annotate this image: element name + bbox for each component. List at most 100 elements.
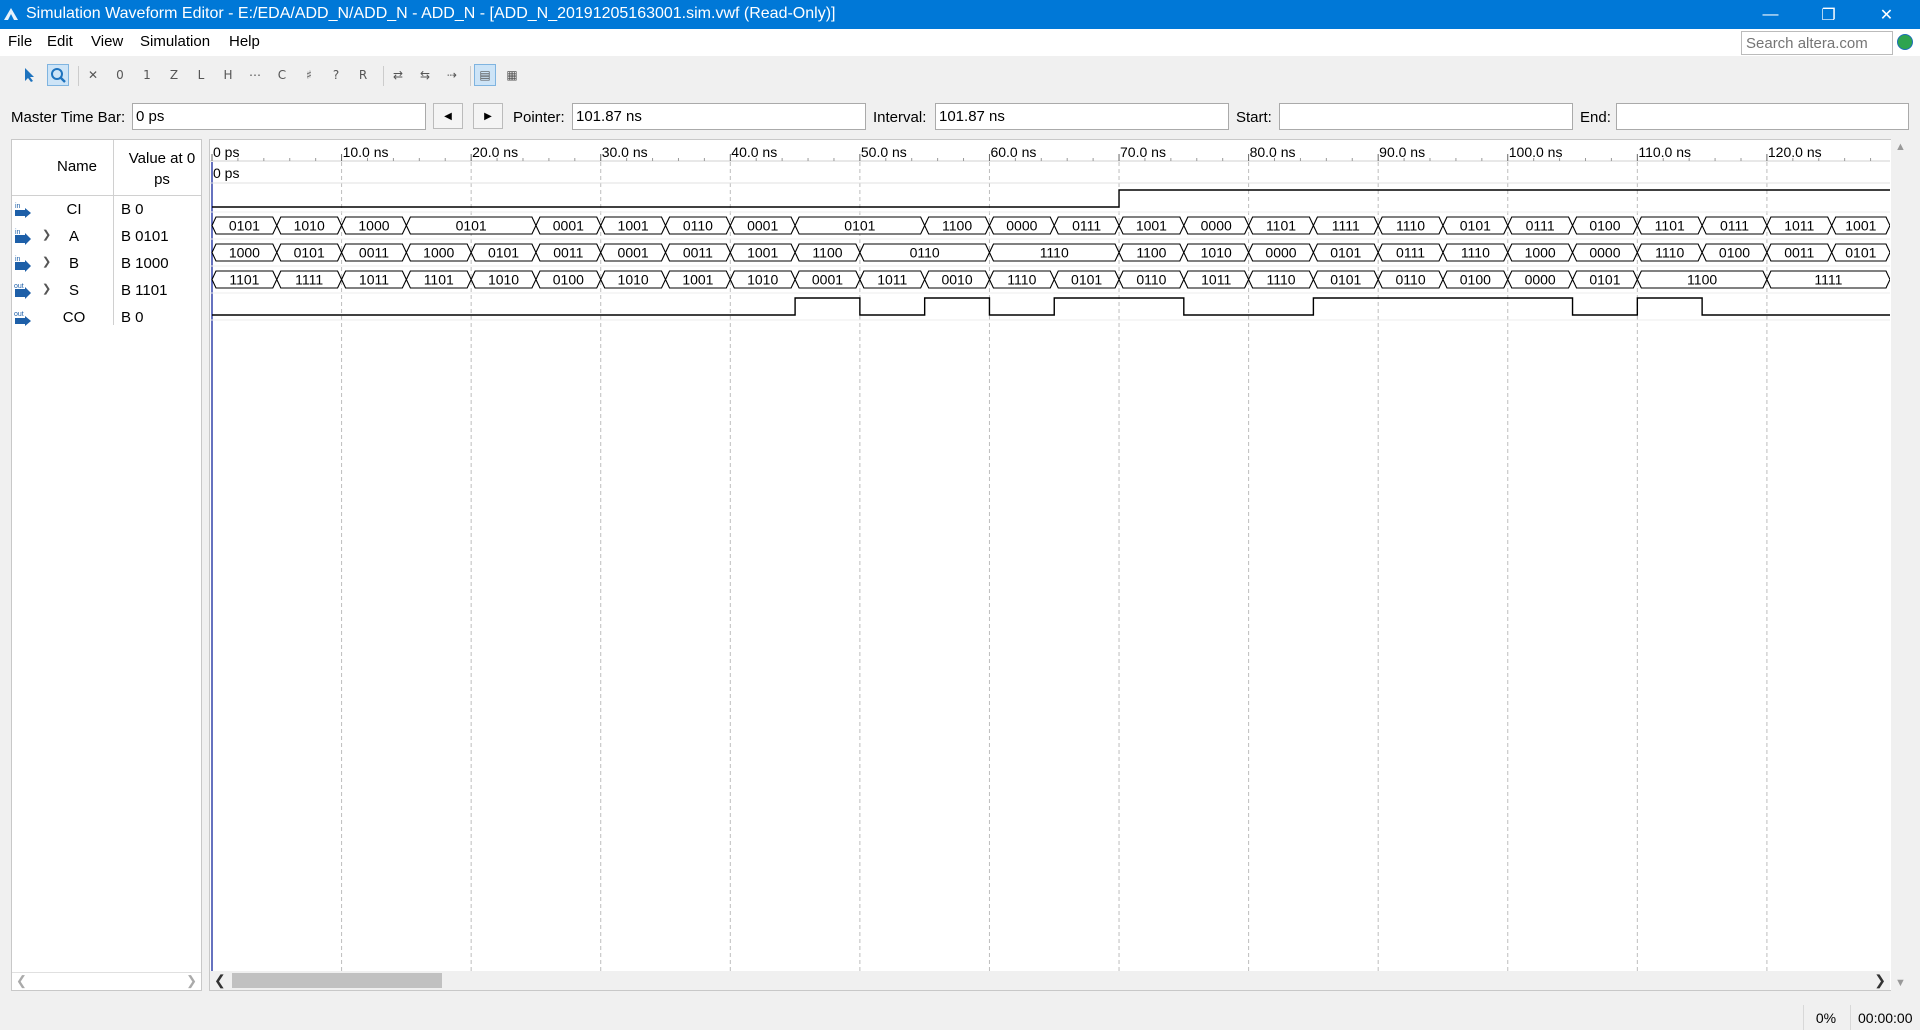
bus-value-label: 0011 xyxy=(553,245,583,261)
weak-high-icon[interactable]: H xyxy=(217,64,239,86)
value-column-header[interactable]: Value at 0 ps xyxy=(122,148,202,190)
selection-tool-icon[interactable] xyxy=(19,64,41,86)
interval-input[interactable] xyxy=(935,103,1229,130)
signal-row-ci[interactable]: in CI B 0 xyxy=(12,196,201,223)
expand-chevron-icon[interactable]: ❯ xyxy=(42,228,51,241)
bus-value-label: 1101 xyxy=(424,272,454,288)
toolbar-separator xyxy=(383,66,384,86)
ruler-label: 100.0 ns xyxy=(1509,144,1563,160)
interval-label: Interval: xyxy=(873,109,927,126)
scroll-left-icon[interactable]: ❮ xyxy=(214,972,226,989)
signal-row-b[interactable]: in ❯ B B 1000 xyxy=(12,250,201,277)
count-value-icon[interactable]: ♯ xyxy=(298,64,320,86)
waveform-canvas[interactable]: 0 ps 10.0 ns 20.0 ns 30.0 ns 40.0 ns 50.0 ns 6… xyxy=(210,140,1890,972)
signal-name: S xyxy=(68,282,79,299)
ruler-label: 30.0 ns xyxy=(602,144,648,160)
toolbar-separator xyxy=(78,66,79,86)
svg-text:in: in xyxy=(15,229,21,236)
bus-value-label: 1001 xyxy=(618,218,649,234)
menu-edit[interactable]: Edit xyxy=(47,33,73,50)
bus-value-label: 1011 xyxy=(1201,272,1231,288)
menu-file[interactable]: File xyxy=(8,33,32,50)
signal-row-co[interactable]: out CO B 0 xyxy=(12,304,201,331)
status-bar: 0% 00:00:00 xyxy=(0,1005,1920,1030)
ruler-label: 120.0 ns xyxy=(1768,144,1822,160)
waveform-ci xyxy=(212,189,1890,208)
close-button[interactable]: ✕ xyxy=(1858,0,1915,29)
signal-list-horizontal-scrollbar[interactable]: ❮ ❯ xyxy=(12,972,201,990)
bus-value-label: 0100 xyxy=(1460,272,1491,288)
snap-to-transition-icon[interactable]: ⇆ xyxy=(414,64,436,86)
bus-value-label: 0110 xyxy=(910,245,940,261)
horizontal-scroll-thumb[interactable] xyxy=(232,973,442,988)
waveform-pane[interactable]: 0 ps 10.0 ns 20.0 ns 30.0 ns 40.0 ns 50.0 ns 6… xyxy=(209,139,1909,991)
signal-list-header: Name Value at 0 ps xyxy=(12,140,201,196)
expand-chevron-icon[interactable]: ❯ xyxy=(42,282,51,295)
dont-care-icon[interactable]: ⋯ xyxy=(244,64,266,86)
signal-value: B 0 xyxy=(121,309,144,326)
waveform-horizontal-scrollbar[interactable]: ❮ ❯ xyxy=(210,971,1890,990)
master-time-bar-input[interactable] xyxy=(132,103,426,130)
bus-value-label: 1101 xyxy=(1266,218,1296,234)
overwrite-icon[interactable]: ▦ xyxy=(501,64,523,86)
high-impedance-icon[interactable]: Z xyxy=(163,64,185,86)
next-transition-button[interactable]: ▶ xyxy=(473,103,503,129)
window-title: Simulation Waveform Editor - E:/EDA/ADD_… xyxy=(26,5,836,22)
globe-icon[interactable] xyxy=(1897,34,1913,50)
zoom-tool-icon[interactable] xyxy=(47,64,69,86)
invert-icon[interactable]: C xyxy=(271,64,293,86)
scroll-left-icon[interactable]: ❮ xyxy=(16,973,27,989)
end-label: End: xyxy=(1580,109,1611,126)
bus-value-label: 0000 xyxy=(1201,218,1232,234)
ruler-label: 20.0 ns xyxy=(472,144,518,160)
bus-value-label: 0000 xyxy=(1589,245,1620,261)
menu-view[interactable]: View xyxy=(91,33,123,50)
ruler-label: 110.0 ns xyxy=(1638,144,1691,160)
bus-value-label: 0101 xyxy=(1845,245,1876,261)
scroll-right-icon[interactable]: ❯ xyxy=(186,973,197,989)
menu-simulation[interactable]: Simulation xyxy=(140,33,210,50)
bus-value-label: 0001 xyxy=(553,218,584,234)
menu-help[interactable]: Help xyxy=(229,33,260,50)
time-bar: Master Time Bar: ◀ ▶ Pointer: Interval: … xyxy=(0,100,1920,134)
expand-chevron-icon[interactable]: ❯ xyxy=(42,255,51,268)
scroll-up-icon[interactable]: ▲ xyxy=(1895,141,1906,153)
bus-value-label: 1110 xyxy=(1655,245,1684,261)
grid-settings-icon[interactable]: ▤ xyxy=(474,64,496,86)
bus-value-label: 1110 xyxy=(1040,245,1069,261)
arbitrary-value-icon[interactable]: R xyxy=(352,64,374,86)
forcing-low-icon[interactable]: 0 xyxy=(109,64,131,86)
name-column-header[interactable]: Name xyxy=(37,158,117,175)
forcing-high-icon[interactable]: 1 xyxy=(136,64,158,86)
input-bus-icon: in xyxy=(15,229,31,245)
ruler-label: 80.0 ns xyxy=(1250,144,1296,160)
restore-button[interactable]: ❐ xyxy=(1800,0,1857,29)
bus-value-label: 1100 xyxy=(1687,272,1717,288)
start-input[interactable] xyxy=(1279,103,1573,130)
bus-value-label: 0111 xyxy=(1526,218,1555,234)
search-input[interactable] xyxy=(1741,31,1893,55)
bus-value-label: 1001 xyxy=(1136,218,1167,234)
status-divider xyxy=(1803,1005,1804,1030)
signal-row-s[interactable]: out ❯ S B 1101 xyxy=(12,277,201,304)
pointer-input[interactable] xyxy=(572,103,866,130)
previous-transition-button[interactable]: ◀ xyxy=(433,103,463,129)
scroll-right-icon[interactable]: ❯ xyxy=(1874,972,1886,989)
forcing-unknown-icon[interactable]: ✕ xyxy=(82,64,104,86)
scroll-down-icon[interactable]: ▼ xyxy=(1895,977,1906,989)
bus-value-label: 1100 xyxy=(1136,245,1166,261)
minimize-button[interactable]: — xyxy=(1742,0,1799,29)
snap-to-grid-icon[interactable]: ⇄ xyxy=(387,64,409,86)
pointer-label: Pointer: xyxy=(513,109,565,126)
weak-low-icon[interactable]: L xyxy=(190,64,212,86)
signal-row-a[interactable]: in ❯ A B 0101 xyxy=(12,223,201,250)
bus-value-label: 1001 xyxy=(747,245,778,261)
snap-to-transition-2-icon[interactable]: ⇢ xyxy=(441,64,463,86)
waveform-vertical-scrollbar[interactable]: ▲ ▼ xyxy=(1891,139,1909,991)
clock-icon[interactable]: ? xyxy=(325,64,347,86)
master-time-bar-marker-label: 0 ps xyxy=(213,165,239,181)
bus-value-label: 0101 xyxy=(229,218,260,234)
end-input[interactable] xyxy=(1616,103,1909,130)
bus-value-label: 1110 xyxy=(1266,272,1295,288)
bus-value-label: 0110 xyxy=(683,218,713,234)
